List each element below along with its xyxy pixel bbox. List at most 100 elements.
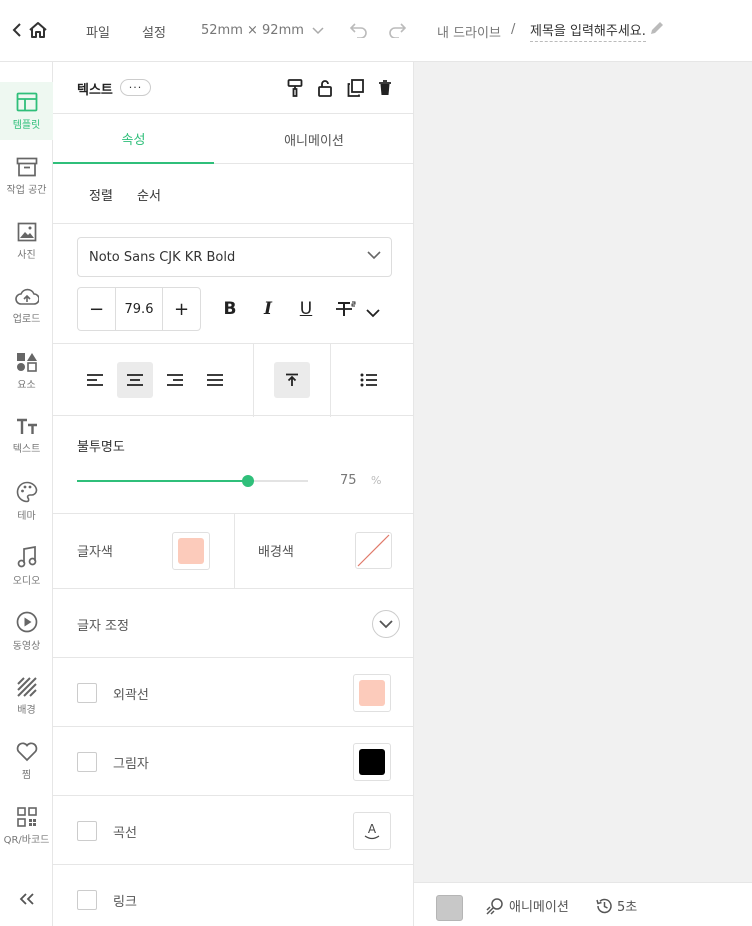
nav-item-theme[interactable]: 테마 [0,472,53,530]
text-icon [16,418,37,434]
nav-label: 찜 [21,769,32,781]
redo-icon[interactable] [388,22,406,38]
duration-button[interactable]: 5초 [595,896,637,915]
undo-icon[interactable] [350,22,368,38]
opacity-unit: % [371,474,382,487]
nav-item-video[interactable]: 동영상 [0,602,53,660]
nav-item-elements[interactable]: 요소 [0,342,53,400]
subtab-align[interactable]: 정렬 [89,185,113,204]
duration-label: 5초 [617,900,638,915]
curve-checkbox[interactable] [77,821,97,841]
nav-item-upload[interactable]: 업로드 [0,277,53,335]
nav-item-photo[interactable]: 사진 [0,212,53,270]
font-size-input[interactable]: 79.6 [115,288,163,330]
text-color-label: 글자색 [77,545,113,560]
chevron-down-icon [367,251,381,260]
unlock-icon[interactable] [315,78,335,98]
top-bar: 파일 설정 52mm × 92mm 내 드라이브 / 제목을 입력해주세요. [0,0,752,62]
shadow-checkbox[interactable] [77,752,97,772]
shadow-row: 그림자 [53,727,414,796]
nav-label: 작업 공간 [6,184,47,196]
opacity-value[interactable]: 75 [340,473,357,488]
alignment-row [53,343,414,417]
panel-title: 텍스트 [77,83,113,98]
nav-label: 테마 [17,510,36,522]
link-checkbox[interactable] [77,890,97,910]
cloud-upload-icon [14,288,39,305]
color-swatch [178,538,204,564]
slider-thumb[interactable] [241,475,254,487]
panel-header: 텍스트 ··· [53,62,414,114]
chevron-down-icon [379,620,393,629]
properties-panel: 텍스트 ··· 속성 애니메이션 정렬 순서 Noto Sans CJK KR … [53,62,414,926]
opacity-slider[interactable] [77,475,308,487]
history-icon [596,898,612,913]
subtab-order[interactable]: 순서 [137,185,161,204]
copy-icon[interactable] [345,78,365,98]
curve-settings-button[interactable]: A [353,812,391,850]
decrease-size-button[interactable]: − [78,288,115,330]
drive-breadcrumb[interactable]: 내 드라이브 [437,22,501,41]
background-icon [16,676,37,697]
curve-label: 곡선 [113,826,137,841]
file-menu[interactable]: 파일 [86,22,110,41]
more-button[interactable]: ··· [120,79,151,96]
pencil-icon[interactable] [649,20,665,36]
tab-properties[interactable]: 속성 [53,114,214,164]
trash-icon[interactable] [375,78,395,98]
shadow-color-picker[interactable] [353,743,391,781]
nav-item-audio[interactable]: 오디오 [0,537,53,595]
settings-menu[interactable]: 설정 [142,22,166,41]
shadow-label: 그림자 [113,757,149,772]
sub-tabs: 정렬 순서 [53,164,414,224]
divider [253,344,254,417]
bg-color-label: 배경색 [258,545,294,560]
align-left-icon[interactable] [77,362,113,398]
outline-color-picker[interactable] [353,674,391,712]
list-icon[interactable] [351,362,387,398]
nav-item-background[interactable]: 배경 [0,667,53,725]
outline-checkbox[interactable] [77,683,97,703]
strikethrough-icon[interactable] [334,297,358,321]
opacity-section: 불투명도 75 % [53,416,414,514]
nav-item-qr[interactable]: QR/바코드 [0,797,53,855]
color-swatch [359,680,385,706]
nav-item-favorites[interactable]: 찜 [0,732,53,790]
template-icon [16,92,37,111]
shapes-icon [16,352,37,372]
home-icon[interactable] [28,21,48,39]
outline-row: 외곽선 [53,658,414,727]
align-center-icon[interactable] [117,362,153,398]
title-input[interactable]: 제목을 입력해주세요. [530,20,646,42]
nav-label: 오디오 [12,575,41,587]
color-swatch [359,749,385,775]
vertical-align-top-icon[interactable] [274,362,310,398]
increase-size-button[interactable]: + [163,288,200,330]
font-family-select[interactable]: Noto Sans CJK KR Bold [77,237,392,277]
underline-button[interactable]: U [294,297,318,321]
nav-item-text[interactable]: 텍스트 [0,407,53,465]
size-dropdown[interactable]: 52mm × 92mm [201,23,324,38]
page-color-swatch[interactable] [436,895,463,921]
tab-animation[interactable]: 애니메이션 [214,114,414,164]
chevron-down-icon[interactable] [361,301,385,325]
design-canvas[interactable] [414,62,752,882]
bold-button[interactable]: B [218,297,242,321]
text-adjust-row[interactable]: 글자 조정 [53,589,414,658]
color-section: 글자색 배경색 [53,514,414,589]
nav-item-workspace[interactable]: 작업 공간 [0,147,53,205]
collapse-nav-button[interactable] [0,882,53,916]
expand-button[interactable] [372,610,400,638]
bottom-bar: 애니메이션 5초 [414,882,752,926]
align-justify-icon[interactable] [197,362,233,398]
back-icon[interactable] [12,22,22,38]
nav-label: 템플릿 [12,119,41,131]
nav-item-template[interactable]: 템플릿 [0,82,53,140]
nav-label: QR/바코드 [3,834,50,846]
paint-roller-icon[interactable] [285,78,305,98]
text-color-picker[interactable] [172,532,210,570]
italic-button[interactable]: I [256,297,280,321]
bg-color-picker[interactable] [355,532,392,569]
animation-button[interactable]: 애니메이션 [486,896,569,915]
align-right-icon[interactable] [157,362,193,398]
